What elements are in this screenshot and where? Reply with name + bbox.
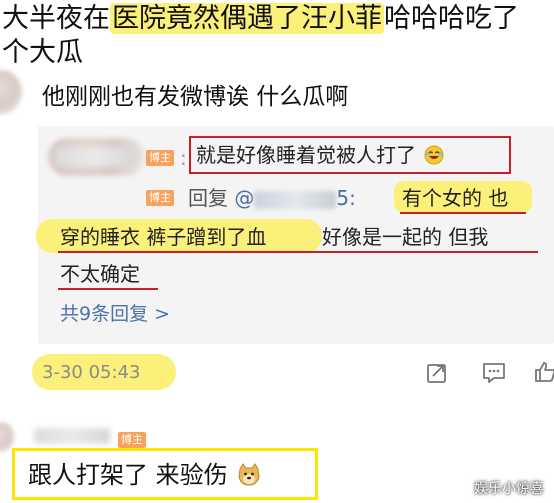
comment-timestamp: 3-30 05:43 (42, 362, 141, 383)
author-badge: 博主 (146, 150, 174, 166)
comment-text: 他刚刚也有发微博诶 什么瓜啊 (42, 84, 349, 110)
laughing-emoji-icon (424, 145, 444, 165)
reply-2-highlight-2: 穿的睡衣 裤子蹭到了血 (60, 225, 267, 249)
commenter-avatar[interactable] (0, 70, 22, 114)
doge-emoji-icon (237, 463, 261, 487)
author-badge-2: 博主 (146, 190, 174, 206)
bottom-author-badge: 博主 (118, 432, 146, 448)
reply-1-text: 就是好像睡着觉被人打了 (196, 143, 444, 167)
reply-2-rest-1: 好像是一起的 但我 (322, 225, 489, 249)
post-text-suffix: 哈哈哈吃了 (384, 3, 519, 34)
share-icon[interactable] (426, 362, 448, 384)
reply-2-underline-2 (58, 251, 538, 253)
mention-link[interactable]: @5: (234, 186, 355, 210)
watermark: 娱乐小惊喜 (474, 481, 544, 497)
reply-2-underline-1 (400, 212, 526, 214)
reply-2-highlight-1: 有个女的 也 (402, 186, 509, 210)
view-more-replies-link[interactable]: 共9条回复 > (60, 302, 170, 326)
like-icon[interactable] (534, 361, 554, 383)
reply-author-name[interactable] (56, 148, 136, 166)
reply-colon: : (180, 146, 187, 170)
reply-2-line-1: 回复 @5: (188, 186, 356, 210)
reply-2-underline-3 (58, 288, 158, 290)
post-text-prefix: 大半夜在 (2, 3, 110, 34)
mention-name-blurred (254, 190, 337, 209)
post-text-highlight: 医院竟然偶遇了汪小菲 (110, 3, 384, 34)
post-text-line-2: 个大瓜 (2, 37, 83, 68)
bottom-comment-text: 跟人打架了 来验伤 (28, 462, 261, 488)
bottom-author-name[interactable] (34, 428, 110, 444)
reply-2-rest-2: 不太确定 (60, 262, 140, 286)
post-text-line-1: 大半夜在医院竟然偶遇了汪小菲哈哈哈吃了 (2, 3, 519, 34)
comment-icon[interactable] (482, 362, 505, 384)
